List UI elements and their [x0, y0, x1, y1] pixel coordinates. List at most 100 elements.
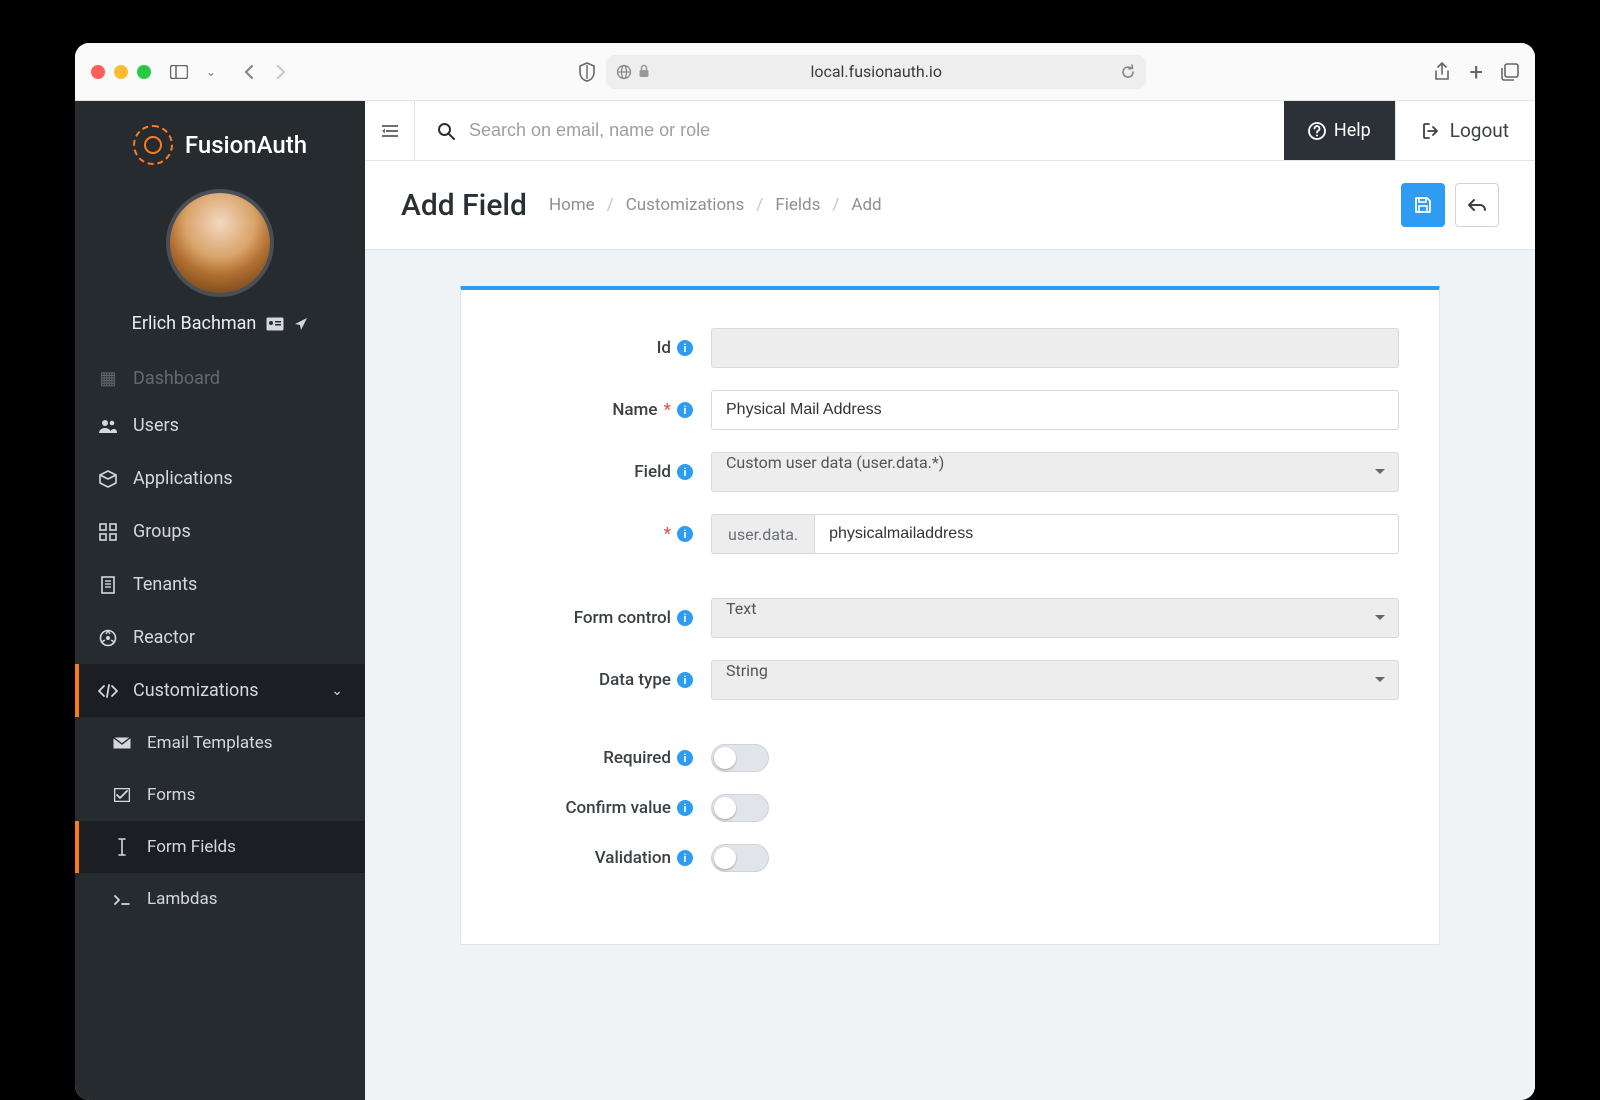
browser-chrome: ⌄ local: [75, 43, 1535, 101]
user-profile[interactable]: Erlich Bachman: [75, 179, 365, 362]
envelope-icon: [111, 737, 133, 749]
maximize-window-icon[interactable]: [137, 65, 151, 79]
label-id: Id i: [501, 338, 711, 358]
data-type-select[interactable]: String: [711, 660, 1399, 700]
back-button[interactable]: [1455, 183, 1499, 227]
sidebar-item-tenants[interactable]: Tenants: [75, 558, 365, 611]
info-icon[interactable]: i: [677, 526, 693, 542]
logout-button[interactable]: Logout: [1395, 101, 1535, 160]
label-confirm-value: Confirm value i: [501, 798, 711, 818]
breadcrumb-item[interactable]: Home: [549, 195, 595, 215]
close-window-icon[interactable]: [91, 65, 105, 79]
label-name: Name* i: [501, 400, 711, 420]
brand: FusionAuth: [75, 101, 365, 179]
content: Id i Name* i Field: [365, 250, 1535, 1100]
sidebar-item-customizations[interactable]: Customizations ⌄: [75, 664, 365, 717]
share-icon[interactable]: [1433, 62, 1451, 82]
new-tab-icon[interactable]: +: [1469, 60, 1483, 84]
sidebar-item-label: Customizations: [133, 680, 259, 701]
sidebar-item-label: Dashboard: [133, 368, 220, 389]
info-icon[interactable]: i: [677, 850, 693, 866]
form-control-select[interactable]: Text: [711, 598, 1399, 638]
label-required: Required i: [501, 748, 711, 768]
required-marker: *: [663, 524, 671, 544]
url-field[interactable]: local.fusionauth.io: [606, 55, 1146, 89]
privacy-shield-icon[interactable]: [578, 62, 596, 82]
label-form-control: Form control i: [501, 608, 711, 628]
forward-icon[interactable]: [271, 62, 291, 82]
minimize-window-icon[interactable]: [114, 65, 128, 79]
required-toggle[interactable]: [711, 744, 769, 772]
main-area: Help Logout Add Field Home / Customizati…: [365, 101, 1535, 1100]
site-settings-icon[interactable]: [616, 64, 632, 80]
help-button[interactable]: Help: [1284, 101, 1395, 160]
name-field[interactable]: [711, 390, 1399, 430]
help-icon: [1308, 122, 1326, 140]
info-icon[interactable]: i: [677, 402, 693, 418]
reactor-icon: [97, 629, 119, 647]
text-cursor-icon: [111, 838, 133, 856]
user-name: Erlich Bachman: [132, 313, 257, 334]
lock-icon: [638, 64, 650, 80]
breadcrumb-separator: /: [607, 195, 614, 215]
sidebar-item-groups[interactable]: Groups: [75, 505, 365, 558]
sidebar-nav: ▦ Dashboard Users Applications: [75, 362, 365, 1100]
sidebar-item-label: Groups: [133, 521, 191, 542]
info-icon[interactable]: i: [677, 340, 693, 356]
sidebar-sub-forms[interactable]: Forms: [75, 769, 365, 821]
sidebar-item-applications[interactable]: Applications: [75, 452, 365, 505]
breadcrumb-item[interactable]: Fields: [775, 195, 820, 215]
users-icon: [97, 418, 119, 434]
id-card-icon[interactable]: [266, 317, 284, 331]
page-title: Add Field: [401, 188, 527, 223]
sidebar-item-label: Users: [133, 415, 179, 436]
chevron-down-icon[interactable]: ⌄: [201, 62, 221, 82]
sidebar-item-label: Applications: [133, 468, 233, 489]
sidebar-item-users[interactable]: Users: [75, 399, 365, 452]
info-icon[interactable]: i: [677, 672, 693, 688]
info-icon[interactable]: i: [677, 610, 693, 626]
applications-icon: [97, 470, 119, 488]
sidebar-item-label: Tenants: [133, 574, 197, 595]
required-marker: *: [663, 400, 671, 420]
sidebar-item-dashboard[interactable]: ▦ Dashboard: [75, 362, 365, 399]
label-validation: Validation i: [501, 848, 711, 868]
sidebar-sub-label: Lambdas: [147, 889, 217, 909]
label-data-type: Data type i: [501, 670, 711, 690]
sidebar-sub-lambdas[interactable]: Lambdas: [75, 873, 365, 925]
collapse-sidebar-button[interactable]: [365, 101, 415, 160]
field-select[interactable]: Custom user data (user.data.*): [711, 452, 1399, 492]
sidebar-sub-label: Email Templates: [147, 733, 273, 753]
brand-logo-icon: [133, 125, 173, 165]
id-field[interactable]: [711, 328, 1399, 368]
sidebar-sub-form-fields[interactable]: Form Fields: [75, 821, 365, 873]
sidebar-toggle-icon[interactable]: [169, 62, 189, 82]
tabs-icon[interactable]: [1501, 63, 1519, 81]
breadcrumb-item[interactable]: Customizations: [626, 195, 745, 215]
sidebar: FusionAuth Erlich Bachman ▦ Dashboa: [75, 101, 365, 1100]
info-icon[interactable]: i: [677, 800, 693, 816]
sidebar-item-reactor[interactable]: Reactor: [75, 611, 365, 664]
location-icon[interactable]: [294, 317, 308, 331]
traffic-lights: [91, 65, 151, 79]
back-icon[interactable]: [239, 62, 259, 82]
key-prefix: user.data.: [711, 514, 814, 554]
info-icon[interactable]: i: [677, 464, 693, 480]
validation-toggle[interactable]: [711, 844, 769, 872]
search-input[interactable]: [469, 120, 1262, 141]
key-field[interactable]: [814, 514, 1399, 554]
search-icon: [437, 122, 455, 140]
sidebar-sub-label: Form Fields: [147, 837, 236, 857]
browser-window: ⌄ local: [75, 43, 1535, 1100]
info-icon[interactable]: i: [677, 750, 693, 766]
groups-icon: [97, 523, 119, 541]
sidebar-item-label: Reactor: [133, 627, 195, 648]
chevron-down-icon: ⌄: [331, 683, 343, 699]
avatar: [166, 189, 274, 297]
logout-label: Logout: [1450, 119, 1509, 142]
sidebar-sub-email-templates[interactable]: Email Templates: [75, 717, 365, 769]
confirm-value-toggle[interactable]: [711, 794, 769, 822]
reload-icon[interactable]: [1120, 64, 1136, 80]
save-button[interactable]: [1401, 183, 1445, 227]
topbar: Help Logout: [365, 101, 1535, 161]
